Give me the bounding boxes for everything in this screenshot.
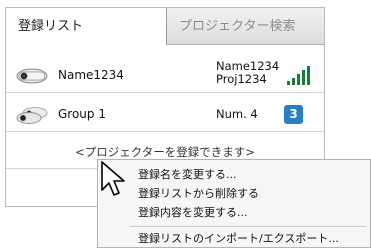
menu-item-rename[interactable]: 登録名を変更する... bbox=[98, 166, 370, 184]
list-item-group[interactable]: Group 1 Num. 4 3 bbox=[6, 97, 324, 132]
group-detail: Num. 4 bbox=[216, 107, 258, 121]
tab-registration-list-label: 登録リスト bbox=[18, 19, 84, 34]
tab-registration-list[interactable]: 登録リスト bbox=[6, 8, 166, 45]
projector-details: Name1234 Proj1234 bbox=[216, 60, 279, 86]
list-item-projector[interactable]: Name1234 Name1234 Proj1234 bbox=[6, 58, 324, 93]
projector-group-icon bbox=[16, 107, 48, 124]
register-placeholder: <プロジェクターを登録できます> bbox=[75, 145, 255, 159]
menu-item-edit-registration[interactable]: 登録内容を変更する... bbox=[98, 204, 370, 222]
menu-item-import-export[interactable]: 登録リストのインポート/エクスポート... bbox=[98, 230, 370, 248]
tab-projector-search-label: プロジェクター検索 bbox=[179, 19, 296, 34]
tab-projector-search[interactable]: プロジェクター検索 bbox=[166, 8, 324, 45]
projector-name: Name1234 bbox=[58, 68, 124, 82]
context-menu: 登録名を変更する... 登録リストから削除する 登録内容を変更する... 登録リ… bbox=[97, 159, 371, 248]
projector-detail-model: Proj1234 bbox=[216, 72, 267, 86]
tab-bar: 登録リスト プロジェクター検索 bbox=[6, 8, 324, 45]
group-count-badge: 3 bbox=[284, 105, 303, 124]
projector-icon bbox=[16, 68, 48, 84]
group-name: Group 1 bbox=[58, 107, 106, 121]
mouse-cursor-icon bbox=[101, 161, 125, 196]
signal-strength-icon bbox=[287, 66, 310, 85]
menu-item-remove-from-list[interactable]: 登録リストから削除する bbox=[98, 185, 370, 203]
menu-separator bbox=[130, 226, 366, 227]
